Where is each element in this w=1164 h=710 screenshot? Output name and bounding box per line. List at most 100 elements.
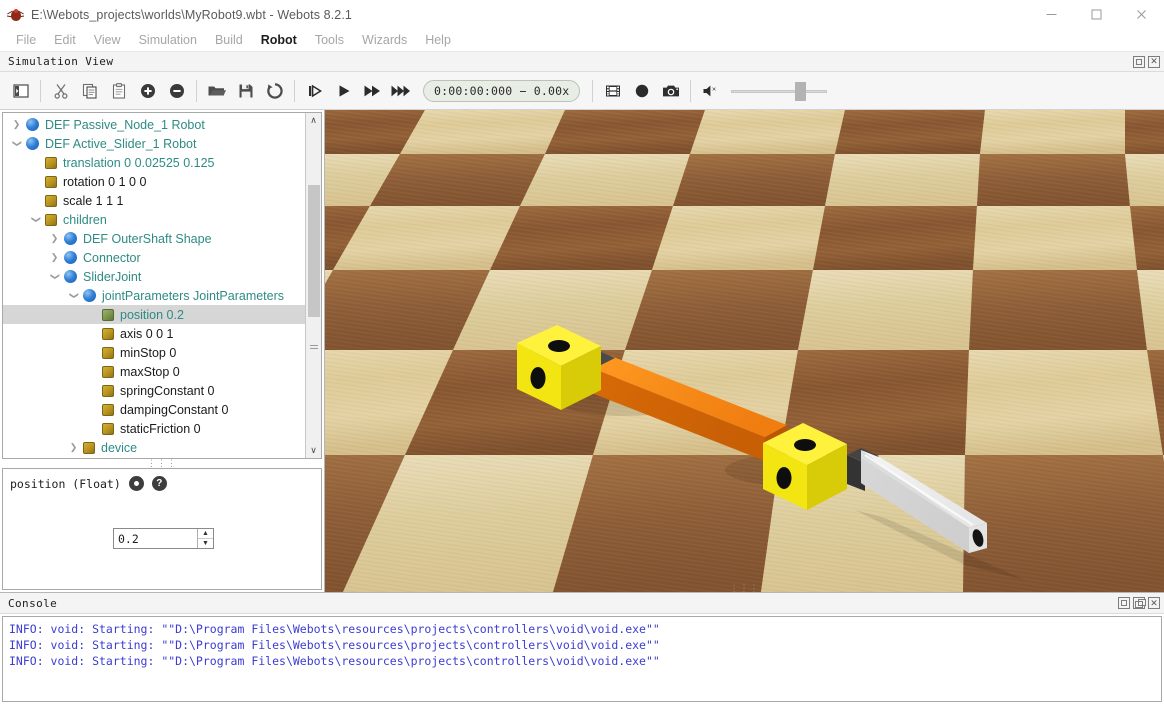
chevron-down-icon[interactable] [26,214,45,225]
webots-app-icon [6,7,25,23]
open-world-icon[interactable] [202,76,231,106]
scene-tree-row-label: dampingConstant 0 [120,402,229,417]
left-dock: DEF Passive_Node_1 Robot DEF Active_Slide… [0,110,325,592]
window-title: E:\Webots_projects\worlds\MyRobot9.wbt -… [31,7,352,22]
scene-tree-row[interactable]: position 0.2 [3,305,305,324]
simulation-toolbar: 0:00:00:000 − 0.00x × [0,72,1164,110]
simulation-view-panel-buttons: ✕ [1133,55,1160,68]
scene-tree-row[interactable]: minStop 0 [3,343,305,362]
console-title: Console [8,596,58,610]
scene-tree-row-label: position 0.2 [120,307,184,322]
viewport-bottom-splitter[interactable]: ⋮⋮⋮ [325,583,1164,592]
play-icon[interactable] [329,76,358,106]
scroll-down-arrow-icon[interactable]: ∨ [306,443,321,458]
scene-tree-row[interactable]: children [3,210,305,229]
console-close-icon[interactable]: ✕ [1148,597,1160,609]
field-editor-label: position (Float) [10,476,121,491]
volume-slider[interactable] [731,80,828,102]
chevron-right-icon[interactable] [45,252,64,263]
menu-edit[interactable]: Edit [45,31,85,49]
position-value-input[interactable]: 0.2 [114,529,197,548]
scene-tree-row[interactable]: jointParameters JointParameters [3,286,305,305]
close-button[interactable] [1119,0,1164,29]
chevron-right-icon[interactable] [64,442,83,453]
scene-tree-row[interactable]: Connector [3,248,305,267]
add-node-icon[interactable] [133,76,162,106]
menu-tools[interactable]: Tools [306,31,353,49]
stepper-down-icon[interactable]: ▼ [198,539,213,548]
field-cube-icon [102,403,114,416]
record-icon[interactable] [627,76,656,106]
node-sphere-icon [26,137,39,150]
remove-node-icon[interactable] [162,76,191,106]
horizontal-splitter[interactable]: ⋮⋮⋮ [0,459,324,468]
console-output[interactable]: INFO: void: Starting: ""D:\Program Files… [2,616,1162,702]
menu-file[interactable]: File [7,31,45,49]
menu-view[interactable]: View [85,31,130,49]
simview-close-icon[interactable]: ✕ [1148,55,1160,68]
volume-slider-handle[interactable] [795,81,807,101]
scrollbar-thumb[interactable] [308,185,320,317]
menu-help[interactable]: Help [416,31,460,49]
scene-tree-row[interactable]: staticFriction 0 [3,419,305,438]
run-icon[interactable] [387,76,416,106]
chevron-down-icon[interactable] [7,138,26,149]
title-bar: E:\Webots_projects\worlds\MyRobot9.wbt -… [0,0,1164,29]
scene-tree-row[interactable]: scale 1 1 1 [3,191,305,210]
movie-icon[interactable] [598,76,627,106]
scene-tree-row[interactable]: maxStop 0 [3,362,305,381]
scene-tree-row-label: springConstant 0 [120,383,215,398]
screenshot-icon[interactable] [656,76,685,106]
node-sphere-icon [64,270,77,283]
scene-tree-row[interactable]: springConstant 0 [3,381,305,400]
scene-tree-row[interactable]: DEF Active_Slider_1 Robot [3,134,305,153]
chevron-right-icon[interactable] [45,233,64,244]
help-icon[interactable]: ? [151,476,167,491]
scroll-up-arrow-icon[interactable]: ∧ [306,113,321,128]
menu-wizards[interactable]: Wizards [353,31,416,49]
cut-icon[interactable] [46,76,75,106]
menu-build[interactable]: Build [206,31,252,49]
toolbar-separator [592,79,594,102]
scene-tree-row[interactable]: dampingConstant 0 [3,400,305,419]
save-world-icon[interactable] [231,76,260,106]
field-cube-icon [102,365,114,378]
scene-tree-scrollbar[interactable]: ∧ ∨ [305,113,321,458]
scene-tree-row-label: minStop 0 [120,345,177,360]
console-float-icon[interactable] [1133,597,1146,609]
step-icon[interactable] [300,76,329,106]
scene-tree-row[interactable]: translation 0 0.02525 0.125 [3,153,305,172]
3d-simulation-viewport[interactable]: ⋮⋮⋮ [325,110,1164,592]
scene-tree-row-label: staticFriction 0 [120,421,201,436]
minimize-button[interactable] [1029,0,1074,29]
position-value-stepper[interactable]: 0.2 ▲ ▼ [113,528,214,549]
scene-tree-row[interactable]: device [3,438,305,457]
chevron-right-icon[interactable] [7,119,26,130]
console-maximize-icon[interactable] [1118,597,1130,609]
reload-world-icon[interactable] [260,76,289,106]
scene-tree-row[interactable]: SliderJoint [3,267,305,286]
paste-icon[interactable] [104,76,133,106]
scene-tree-row[interactable]: DEF Passive_Node_1 Robot [3,115,305,134]
scene-tree-row[interactable]: rotation 0 1 0 0 [3,172,305,191]
simview-float-icon[interactable] [1133,55,1145,68]
fast-forward-icon[interactable] [358,76,387,106]
chevron-down-icon[interactable] [64,290,83,301]
scene-tree[interactable]: DEF Passive_Node_1 Robot DEF Active_Slide… [3,113,305,458]
chevron-down-icon[interactable] [45,271,64,282]
console-line: INFO: void: Starting: ""D:\Program Files… [9,654,660,668]
node-sphere-icon [26,118,39,131]
scene-tree-row[interactable]: DEF OuterShaft Shape [3,229,305,248]
scene-tree-row-label: rotation 0 1 0 0 [63,174,147,189]
toolbar-separator [690,79,692,102]
menu-robot[interactable]: Robot [252,31,306,49]
sidebar-toggle-icon[interactable] [6,76,35,106]
scene-tree-row[interactable]: axis 0 0 1 [3,324,305,343]
reset-icon[interactable] [128,476,144,491]
menu-simulation[interactable]: Simulation [130,31,206,49]
scene-tree-row-label: jointParameters JointParameters [102,288,285,303]
copy-icon[interactable] [75,76,104,106]
stepper-up-icon[interactable]: ▲ [198,529,213,539]
sound-mute-icon[interactable]: × [696,76,725,106]
maximize-button[interactable] [1074,0,1119,29]
